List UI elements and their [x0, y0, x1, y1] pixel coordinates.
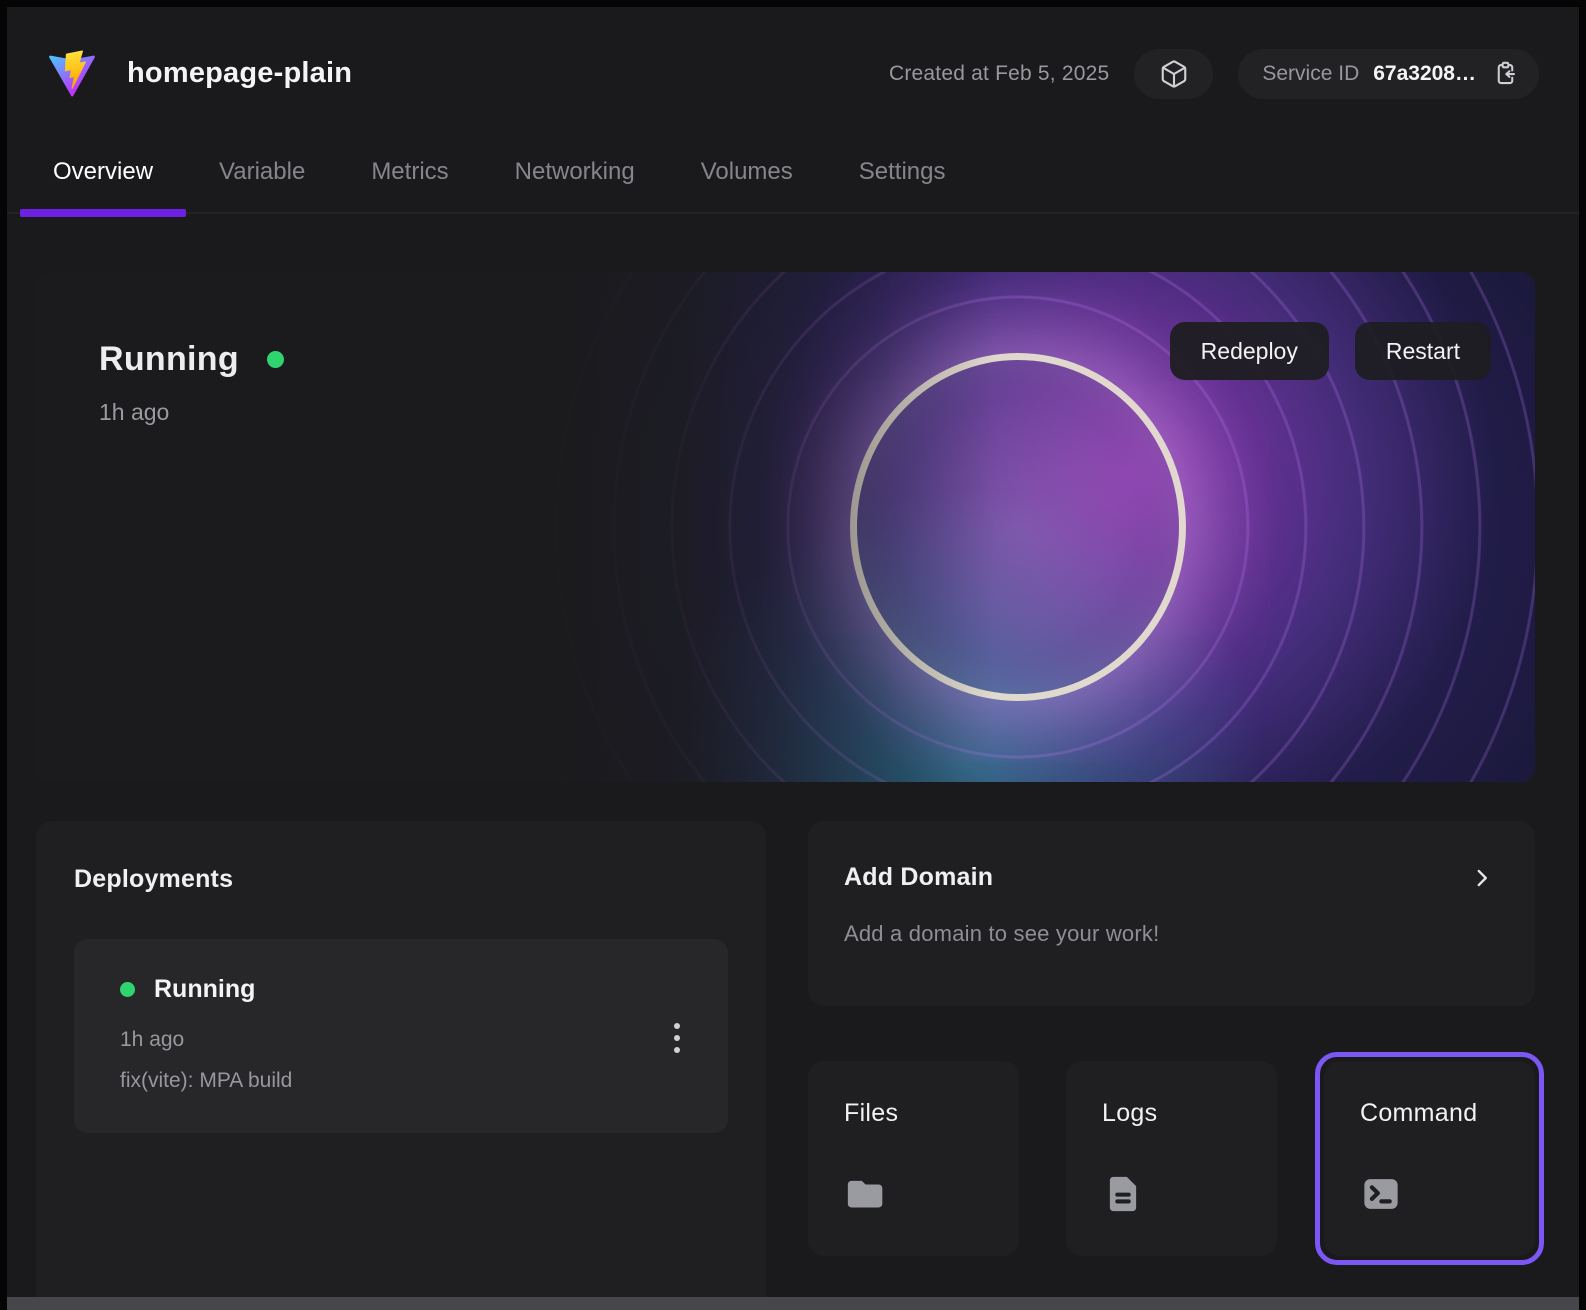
deployments-title: Deployments	[74, 865, 728, 894]
vite-logo-icon	[48, 50, 96, 98]
command-card[interactable]: Command	[1324, 1061, 1535, 1256]
tab-variable[interactable]: Variable	[186, 140, 338, 212]
redeploy-button[interactable]: Redeploy	[1170, 322, 1329, 380]
chevron-right-icon	[1469, 865, 1495, 891]
kebab-dot	[674, 1047, 680, 1053]
service-id-value: 67a3208…	[1373, 62, 1476, 86]
banner-actions: Redeploy Restart	[1170, 322, 1491, 380]
tab-bar: Overview Variable Metrics Networking Vol…	[7, 140, 1579, 214]
deployment-status-dot	[120, 982, 135, 997]
header: homepage-plain Created at Feb 5, 2025 Se…	[7, 7, 1579, 140]
right-column: Add Domain Add a domain to see your work…	[808, 821, 1535, 1310]
tab-networking[interactable]: Networking	[482, 140, 668, 212]
tab-volumes[interactable]: Volumes	[668, 140, 826, 212]
service-status-time: 1h ago	[99, 399, 284, 426]
box-button[interactable]	[1134, 49, 1213, 99]
command-card-label: Command	[1360, 1099, 1535, 1128]
add-domain-title: Add Domain	[844, 863, 993, 892]
deployment-list-item[interactable]: Running 1h ago fix(vite): MPA build	[74, 939, 728, 1133]
bottom-panel-edge	[7, 1297, 1579, 1310]
files-card-label: Files	[844, 1099, 1019, 1128]
add-domain-card[interactable]: Add Domain Add a domain to see your work…	[808, 821, 1535, 1006]
content-area: Running 1h ago Redeploy Restart Deployme…	[7, 272, 1579, 1310]
quick-actions-row: Files Logs	[808, 1061, 1535, 1256]
kebab-dot	[674, 1023, 680, 1029]
service-status-text: Running	[99, 340, 239, 379]
created-at-text: Created at Feb 5, 2025	[889, 62, 1109, 86]
lower-grid: Deployments Running 1h ago fix(vite): MP…	[36, 821, 1535, 1310]
deployment-status-text: Running	[154, 975, 255, 1004]
service-id-label: Service ID	[1262, 62, 1359, 86]
logs-card-label: Logs	[1102, 1099, 1277, 1128]
restart-button[interactable]: Restart	[1355, 322, 1491, 380]
service-dashboard-page: homepage-plain Created at Feb 5, 2025 Se…	[7, 7, 1579, 1310]
deployment-menu-button[interactable]	[668, 1017, 686, 1059]
terminal-icon	[1360, 1173, 1402, 1215]
clipboard-copy-icon	[1492, 60, 1519, 87]
page-title: homepage-plain	[127, 57, 352, 90]
service-id-pill[interactable]: Service ID 67a3208…	[1238, 49, 1539, 99]
status-green-dot	[267, 351, 284, 368]
deployment-commit-message: fix(vite): MPA build	[120, 1069, 692, 1093]
deployment-time: 1h ago	[120, 1028, 692, 1052]
add-domain-subtitle: Add a domain to see your work!	[844, 921, 1495, 947]
folder-icon	[844, 1173, 886, 1215]
box-icon	[1159, 59, 1189, 89]
command-card-highlight: Command	[1324, 1061, 1535, 1256]
tab-metrics[interactable]: Metrics	[338, 140, 481, 212]
files-card[interactable]: Files	[808, 1061, 1019, 1256]
service-hero-banner: Running 1h ago Redeploy Restart	[36, 272, 1535, 782]
deployments-card: Deployments Running 1h ago fix(vite): MP…	[36, 821, 766, 1310]
document-icon	[1102, 1173, 1144, 1215]
header-right: Created at Feb 5, 2025 Service ID 67a320…	[889, 49, 1539, 99]
service-status-block: Running 1h ago	[99, 340, 284, 426]
tab-settings[interactable]: Settings	[826, 140, 979, 212]
logs-card[interactable]: Logs	[1066, 1061, 1277, 1256]
kebab-dot	[674, 1035, 680, 1041]
tab-overview[interactable]: Overview	[20, 140, 186, 212]
